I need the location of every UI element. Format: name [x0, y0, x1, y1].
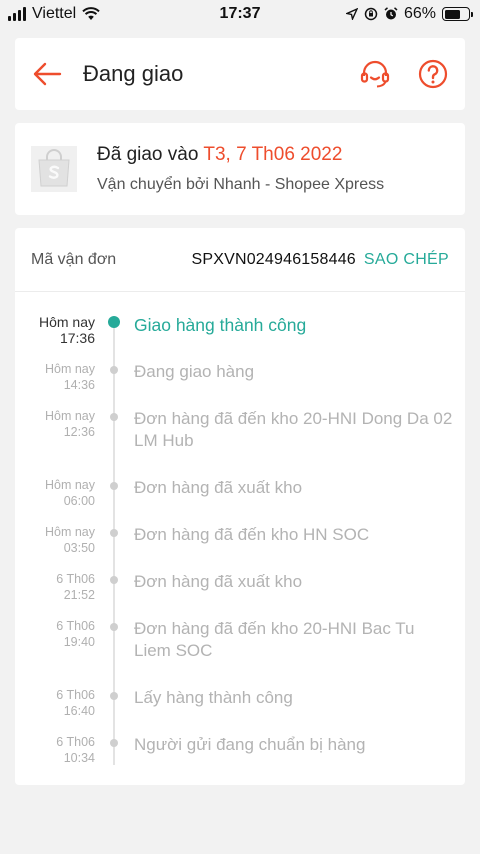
delivery-text: Đã giao vào T3, 7 Th06 2022 Vận chuyển b… — [97, 144, 384, 194]
headset-icon — [360, 60, 390, 88]
status-dot — [110, 482, 118, 490]
event-timestamp: Hôm nay 14:36 — [15, 361, 95, 393]
event-time: 14:36 — [63, 378, 95, 392]
event-description: Đơn hàng đã đến kho 20-HNI Bac Tu Liem S… — [134, 619, 415, 660]
alarm-icon — [384, 7, 398, 20]
event-timestamp: 6 Th06 19:40 — [15, 618, 95, 650]
event-time: 17:36 — [59, 330, 95, 346]
status-dot — [110, 413, 118, 421]
delivery-prefix: Đã giao vào — [97, 144, 204, 165]
event-timestamp: Hôm nay 12:36 — [15, 408, 95, 440]
event-date: Hôm nay — [44, 525, 95, 539]
event-date: Hôm nay — [44, 478, 95, 492]
event-timestamp: Hôm nay 17:36 — [15, 314, 95, 346]
shopee-bag-icon — [31, 146, 77, 192]
event-timestamp: 6 Th06 10:34 — [15, 734, 95, 766]
delivery-status: Đã giao vào T3, 7 Th06 2022 — [97, 144, 384, 166]
carrier-name: Viettel — [32, 5, 77, 22]
event-timestamp: 6 Th06 21:52 — [15, 571, 95, 603]
status-dot — [110, 576, 118, 584]
event-description: Giao hàng thành công — [134, 315, 307, 335]
event-date: Hôm nay — [38, 314, 95, 330]
event-date: 6 Th06 — [56, 619, 95, 633]
event-time: 12:36 — [63, 425, 95, 439]
cellular-signal-icon — [8, 7, 26, 21]
event-time: 19:40 — [63, 635, 95, 649]
delivery-date: T3, 7 Th06 2022 — [203, 144, 343, 165]
event-description: Người gửi đang chuẩn bị hàng — [134, 735, 366, 754]
event-time: 16:40 — [63, 704, 95, 718]
status-time: 17:37 — [219, 5, 261, 22]
back-button[interactable] — [29, 56, 65, 92]
help-button[interactable] — [415, 56, 451, 92]
location-arrow-icon — [345, 8, 358, 20]
tracking-label: Mã vận đơn — [31, 250, 117, 268]
event-timestamp: Hôm nay 06:00 — [15, 477, 95, 509]
tracking-number-row: Mã vận đơn SPXVN024946158446 SAO CHÉP — [15, 228, 465, 292]
event-description: Lấy hàng thành công — [134, 688, 293, 707]
status-bar: Viettel 17:37 66% — [0, 0, 480, 28]
delivery-info-card: Đã giao vào T3, 7 Th06 2022 Vận chuyển b… — [15, 123, 465, 215]
status-dot — [110, 692, 118, 700]
rotation-lock-icon — [364, 7, 378, 21]
battery-percent: 66% — [403, 5, 436, 22]
battery-level — [444, 9, 460, 19]
status-dot — [110, 529, 118, 537]
event-date: 6 Th06 — [56, 688, 95, 702]
event-time: 03:50 — [63, 541, 95, 555]
event-timestamp: Hôm nay 03:50 — [15, 524, 95, 556]
carrier-info: Vận chuyển bởi Nhanh - Shopee Xpress — [97, 176, 385, 193]
status-left: Viettel — [8, 5, 100, 23]
tracking-timeline: Hôm nay 17:36 Giao hàng thành công Hôm nay 1… — [15, 292, 465, 785]
status-dot — [110, 623, 118, 631]
event-time: 06:00 — [63, 494, 95, 508]
page-title: Đang giao — [83, 61, 184, 86]
event-date: Hôm nay — [44, 409, 95, 423]
copy-button[interactable]: SAO CHÉP — [364, 251, 449, 269]
status-dot — [110, 366, 118, 374]
tracking-code: SPXVN024946158446 — [191, 250, 356, 268]
event-description: Đơn hàng đã xuất kho — [134, 478, 303, 497]
event-time: 10:34 — [63, 751, 95, 765]
event-description: Đơn hàng đã xuất kho — [134, 572, 303, 591]
event-description: Đang giao hàng — [134, 362, 255, 381]
active-status-dot — [108, 316, 120, 328]
arrow-left-icon — [33, 62, 62, 86]
wifi-icon — [82, 7, 100, 20]
header-bar: Đang giao — [15, 38, 465, 110]
battery-icon — [442, 7, 473, 21]
event-date: 6 Th06 — [56, 572, 95, 586]
event-date: 6 Th06 — [56, 735, 95, 749]
question-circle-icon — [418, 59, 448, 89]
event-description: Đơn hàng đã đến kho HN SOC — [134, 525, 370, 544]
event-description: Đơn hàng đã đến kho 20-HNI Dong Da 02 LM… — [134, 409, 453, 450]
status-right: 66% — [345, 5, 473, 23]
event-timestamp: 6 Th06 16:40 — [15, 687, 95, 719]
support-button[interactable] — [357, 56, 393, 92]
event-time: 21:52 — [63, 588, 95, 602]
status-dot — [110, 739, 118, 747]
event-date: Hôm nay — [44, 362, 95, 376]
tracking-card: Mã vận đơn SPXVN024946158446 SAO CHÉP Hô… — [15, 228, 465, 785]
